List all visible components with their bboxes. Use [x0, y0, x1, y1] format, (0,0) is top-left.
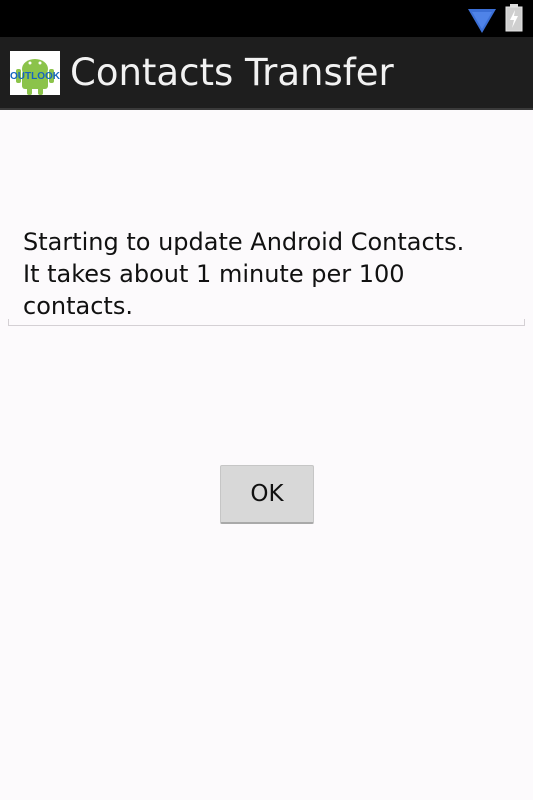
wifi-icon [468, 9, 496, 33]
app-icon-text: OUTLOOK [10, 71, 60, 82]
action-bar-divider [0, 108, 533, 110]
message-underline-cap-right [524, 319, 525, 326]
message-underline [8, 325, 525, 326]
status-message-line: It takes about 1 minute per 100 [23, 260, 405, 288]
status-message: Starting to update Android Contacts. It … [23, 226, 518, 322]
outlook-android-app-icon: OUTLOOK [10, 51, 60, 95]
app-title: Contacts Transfer [70, 51, 394, 94]
action-bar: OUTLOOK Contacts Transfer [0, 37, 533, 108]
ok-button[interactable]: OK [220, 465, 314, 524]
status-message-line: Starting to update Android Contacts. [23, 228, 465, 256]
battery-icon [505, 4, 523, 32]
app-screen: OUTLOOK Contacts Transfer Starting to up… [0, 0, 533, 800]
status-message-line: contacts. [23, 292, 133, 320]
status-bar [0, 0, 533, 37]
